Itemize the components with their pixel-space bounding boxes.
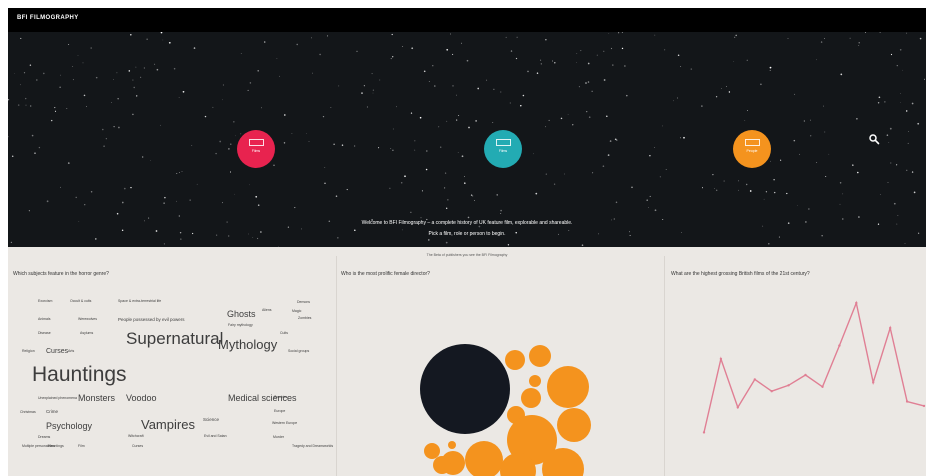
grossing-point[interactable] [855,301,858,305]
grossing-point[interactable] [702,431,706,434]
app-frame: BFI FILMOGRAPHY Films Films People Welco… [8,8,926,476]
grossing-point[interactable] [736,406,739,409]
grossing-point[interactable] [922,404,926,408]
grossing-line-chart [702,300,926,434]
grossing-point[interactable] [872,381,875,384]
grossing-point[interactable] [753,378,756,381]
grossing-point[interactable] [770,390,773,393]
grossing-point[interactable] [787,384,790,387]
grossing-line [703,300,925,433]
grossing-point[interactable] [838,344,841,347]
grossing-point[interactable] [804,373,807,377]
grossing-point[interactable] [889,326,892,330]
grossing-point[interactable] [821,385,824,388]
grossing-point[interactable] [719,357,723,361]
grossing-point[interactable] [905,400,909,403]
